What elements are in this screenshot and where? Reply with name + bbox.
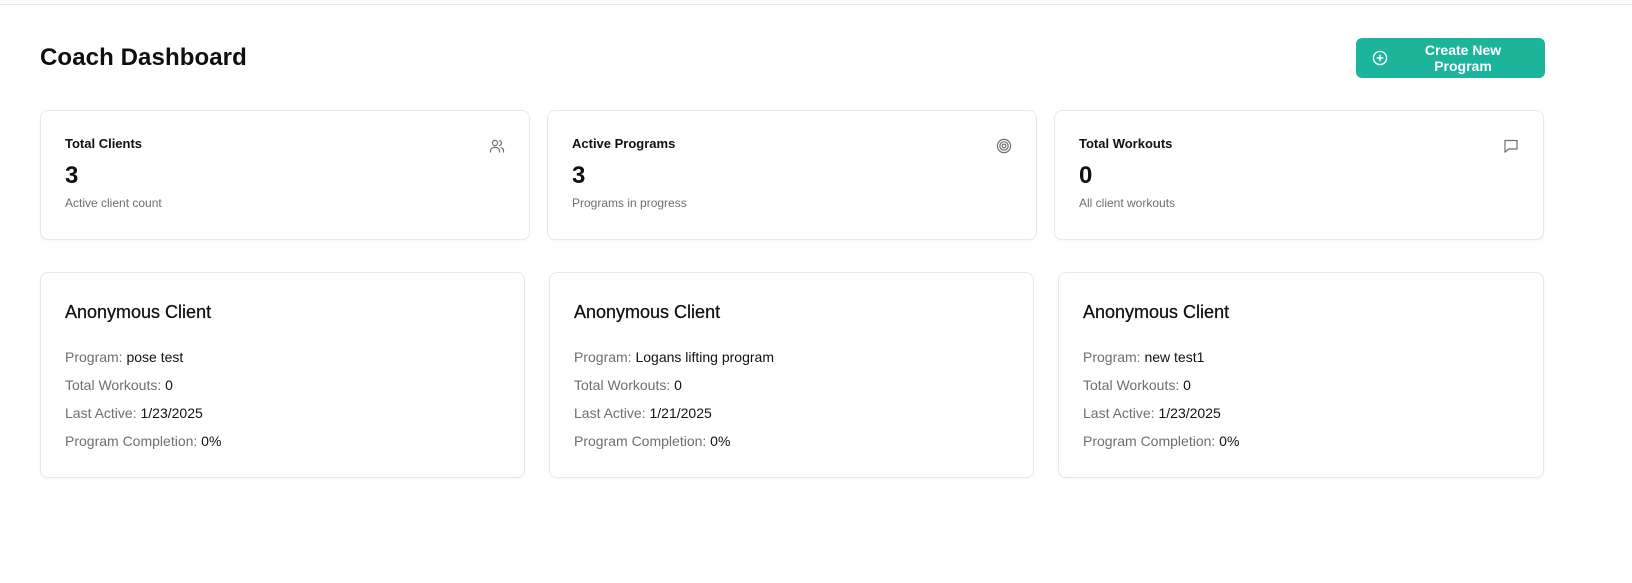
stat-value: 0 bbox=[1079, 162, 1093, 189]
client-program-row: Program: Logans lifting program bbox=[574, 349, 774, 365]
page-title: Coach Dashboard bbox=[40, 44, 247, 71]
create-new-program-label: Create New Program bbox=[1424, 42, 1502, 74]
client-last-active-row: Last Active: 1/23/2025 bbox=[1083, 405, 1221, 421]
client-completion-row: Program Completion: 0% bbox=[1083, 433, 1240, 449]
stat-card-total-clients: Total Clients 3 Active client count bbox=[40, 110, 530, 240]
client-card[interactable]: Anonymous Client Program: new test1 Tota… bbox=[1058, 272, 1544, 478]
message-square-icon bbox=[1503, 138, 1519, 154]
client-workouts-value: 0 bbox=[165, 377, 173, 393]
client-card[interactable]: Anonymous Client Program: pose test Tota… bbox=[40, 272, 525, 478]
client-last-active-row: Last Active: 1/23/2025 bbox=[65, 405, 203, 421]
client-name: Anonymous Client bbox=[574, 302, 721, 322]
client-completion-value: 0% bbox=[710, 433, 731, 449]
client-program-value: new test1 bbox=[1144, 349, 1205, 365]
stat-label: Total Clients bbox=[65, 136, 143, 151]
client-last-active-value: 1/21/2025 bbox=[649, 405, 712, 421]
dashboard-header: Coach Dashboard Create New Program bbox=[40, 38, 1545, 78]
target-icon bbox=[996, 138, 1012, 154]
client-card[interactable]: Anonymous Client Program: Logans lifting… bbox=[549, 272, 1034, 478]
stat-card-active-programs: Active Programs 3 Programs in progress bbox=[547, 110, 1037, 240]
client-name: Anonymous Client bbox=[65, 302, 212, 322]
client-completion-row: Program Completion: 0% bbox=[65, 433, 222, 449]
stat-value: 3 bbox=[65, 162, 79, 189]
stat-subtext: Active client count bbox=[65, 196, 162, 210]
stat-label: Total Workouts bbox=[1079, 136, 1173, 151]
client-workouts-row: Total Workouts: 0 bbox=[65, 377, 173, 393]
client-last-active-row: Last Active: 1/21/2025 bbox=[574, 405, 712, 421]
client-program-value: pose test bbox=[126, 349, 184, 365]
plus-circle-icon bbox=[1372, 50, 1388, 66]
client-workouts-value: 0 bbox=[674, 377, 682, 393]
dashboard-page: Coach Dashboard Create New Program Total… bbox=[40, 38, 1545, 478]
client-program-row: Program: pose test bbox=[65, 349, 184, 365]
stat-card-total-workouts: Total Workouts 0 All client workouts bbox=[1054, 110, 1544, 240]
client-workouts-row: Total Workouts: 0 bbox=[1083, 377, 1191, 393]
client-completion-value: 0% bbox=[1219, 433, 1240, 449]
stats-row: Total Clients 3 Active client count Acti… bbox=[40, 110, 1544, 240]
stat-subtext: All client workouts bbox=[1079, 196, 1176, 210]
stat-label: Active Programs bbox=[572, 136, 676, 151]
client-cards-row: Anonymous Client Program: pose test Tota… bbox=[40, 272, 1544, 478]
client-completion-row: Program Completion: 0% bbox=[574, 433, 731, 449]
users-icon bbox=[489, 138, 505, 154]
stat-subtext: Programs in progress bbox=[572, 196, 687, 210]
client-workouts-row: Total Workouts: 0 bbox=[574, 377, 682, 393]
client-program-value: Logans lifting program bbox=[635, 349, 774, 365]
client-workouts-value: 0 bbox=[1183, 377, 1191, 393]
client-name: Anonymous Client bbox=[1083, 302, 1230, 322]
client-last-active-value: 1/23/2025 bbox=[1158, 405, 1221, 421]
client-program-row: Program: new test1 bbox=[1083, 349, 1205, 365]
client-completion-value: 0% bbox=[201, 433, 222, 449]
stat-value: 3 bbox=[572, 162, 586, 189]
client-last-active-value: 1/23/2025 bbox=[140, 405, 203, 421]
create-new-program-button[interactable]: Create New Program bbox=[1356, 38, 1545, 78]
top-divider bbox=[0, 0, 1632, 5]
